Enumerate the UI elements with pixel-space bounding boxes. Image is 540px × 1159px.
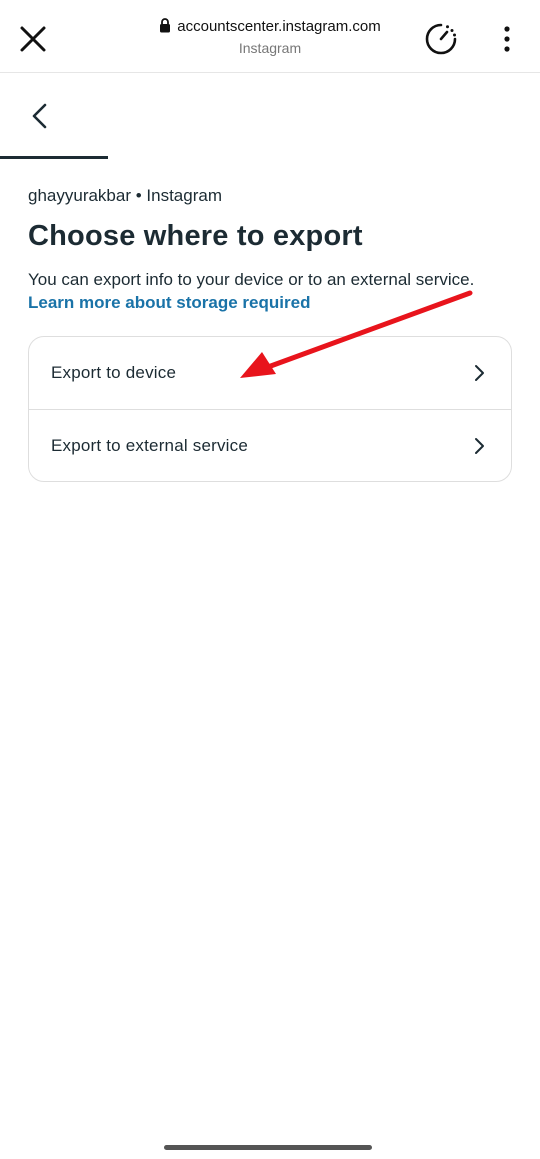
option-label: Export to external service — [51, 435, 249, 455]
more-vertical-icon — [504, 26, 510, 52]
chevron-right-icon — [475, 365, 484, 381]
back-button[interactable] — [22, 96, 58, 136]
timer-button[interactable] — [422, 20, 460, 58]
learn-more-link[interactable]: Learn more about storage required — [28, 293, 310, 312]
page-title: Choose where to export — [28, 220, 363, 252]
close-icon — [20, 26, 46, 52]
account-label: ghayyurakbar • Instagram — [28, 186, 222, 205]
timer-icon — [425, 23, 457, 55]
lock-icon — [159, 18, 171, 37]
description: You can export info to your device or to… — [28, 268, 498, 314]
close-button[interactable] — [14, 20, 52, 58]
export-to-external-service-option[interactable]: Export to external service — [29, 409, 511, 481]
option-label: Export to device — [51, 363, 177, 382]
header-underline — [0, 156, 108, 159]
back-arrow-icon — [32, 103, 47, 129]
export-to-device-option[interactable]: Export to device — [29, 337, 511, 409]
description-text: You can export info to your device or to… — [28, 270, 475, 289]
address-bar[interactable]: accountscenter.instagram.com Instagram — [120, 18, 420, 56]
browser-bar: accountscenter.instagram.com Instagram — [0, 0, 540, 73]
more-options-button[interactable] — [490, 22, 524, 56]
home-indicator — [164, 1145, 372, 1150]
url-text: accountscenter.instagram.com — [177, 18, 381, 35]
page: accountscenter.instagram.com Instagram g… — [0, 0, 540, 1159]
export-options: Export to device Export to external serv… — [28, 336, 512, 482]
chevron-right-icon — [475, 438, 484, 454]
site-name: Instagram — [238, 40, 302, 56]
